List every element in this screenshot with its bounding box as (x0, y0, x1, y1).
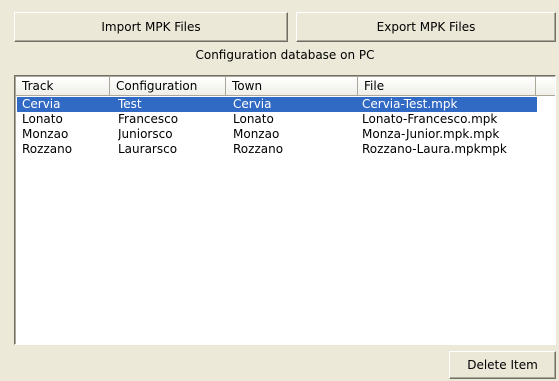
list-row-lonato[interactable]: Lonato Francesco Lonato Lonato-Francesco… (16, 112, 555, 127)
export-mpk-files-button[interactable]: Export MPK Files (296, 12, 556, 42)
column-header-configuration[interactable]: Configuration (110, 77, 226, 95)
cell-town: Lonato (233, 112, 274, 126)
configuration-list[interactable]: Track Configuration Town File Cervia Tes… (14, 75, 556, 345)
column-header-town[interactable]: Town (226, 77, 358, 95)
cell-file: Rozzano-Laura.mpkmpk (362, 142, 507, 156)
cell-configuration: Francesco (118, 112, 179, 126)
column-header-file[interactable]: File (358, 77, 536, 95)
cell-file: Lonato-Francesco.mpk (362, 112, 498, 126)
column-header-filler (536, 77, 555, 95)
cell-configuration: Test (118, 97, 142, 111)
list-rows: Cervia Test Cervia Cervia-Test.mpk Lonat… (16, 97, 555, 157)
import-button-label: Import MPK Files (101, 20, 201, 34)
cell-town: Rozzano (233, 142, 284, 156)
cell-track: Cervia (22, 97, 61, 111)
cell-file: Monza-Junior.mpk.mpk (362, 127, 500, 141)
cell-configuration: Juniorsco (118, 127, 173, 141)
cell-file: Cervia-Test.mpk (362, 97, 458, 111)
cell-track: Lonato (22, 112, 63, 126)
list-header: Track Configuration Town File (16, 77, 555, 96)
cell-town: Cervia (233, 97, 272, 111)
list-row-cervia[interactable]: Cervia Test Cervia Cervia-Test.mpk (16, 97, 555, 112)
database-caption: Configuration database on PC (195, 48, 375, 62)
column-header-track[interactable]: Track (16, 77, 110, 95)
delete-button-label: Delete Item (467, 358, 538, 372)
cell-track: Rozzano (22, 142, 73, 156)
import-mpk-files-button[interactable]: Import MPK Files (14, 12, 288, 42)
list-row-monzao[interactable]: Monzao Juniorsco Monzao Monza-Junior.mpk… (16, 127, 555, 142)
export-button-label: Export MPK Files (376, 20, 476, 34)
list-row-rozzano[interactable]: Rozzano Laurarsco Rozzano Rozzano-Laura.… (16, 142, 555, 157)
cell-configuration: Laurarsco (118, 142, 178, 156)
delete-item-button[interactable]: Delete Item (449, 351, 556, 379)
cell-track: Monzao (22, 127, 69, 141)
cell-town: Monzao (233, 127, 280, 141)
